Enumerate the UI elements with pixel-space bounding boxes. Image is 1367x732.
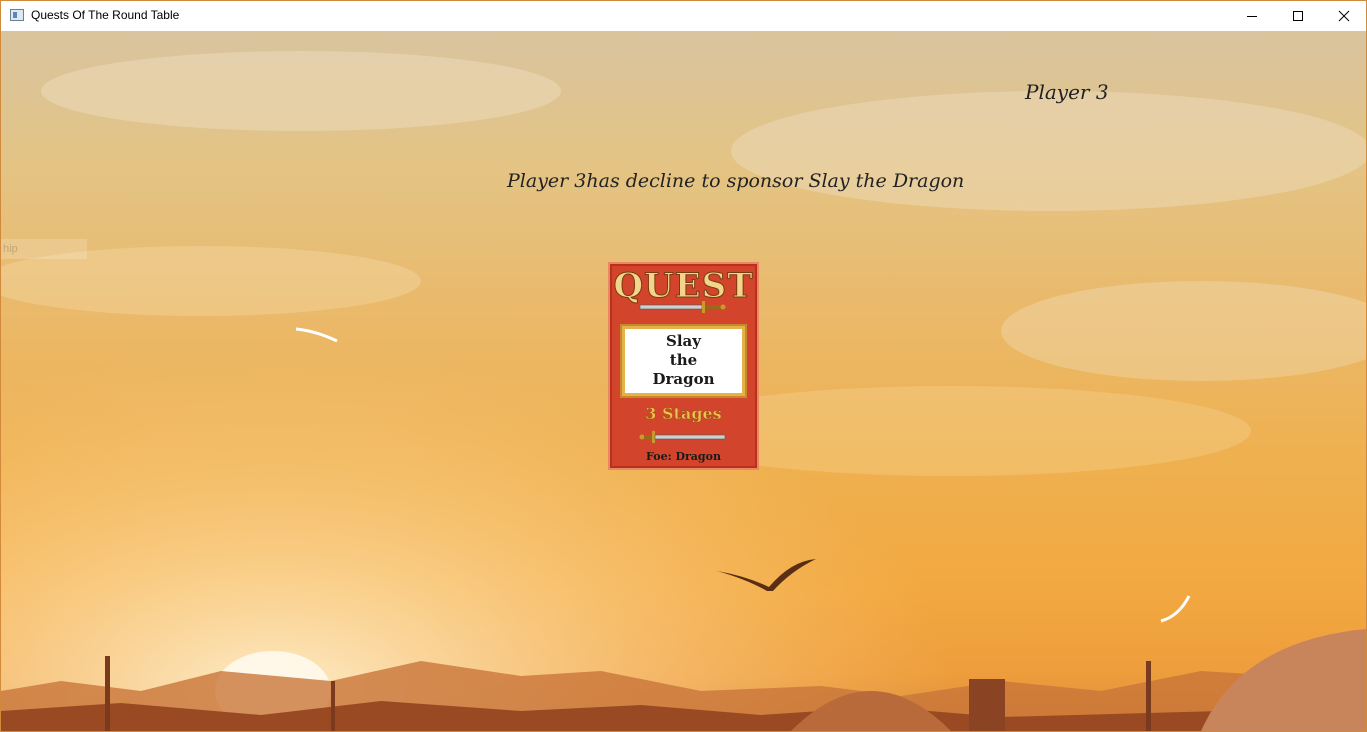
- close-button[interactable]: [1321, 1, 1366, 31]
- minimize-icon: [1247, 16, 1257, 17]
- quest-name-box: Slay the Dragon: [622, 326, 745, 396]
- sponsor-message: Player 3has decline to sponsor Slay the …: [507, 170, 965, 192]
- sword-icon: [639, 301, 726, 313]
- sword-icon: [639, 431, 726, 443]
- game-board: hip Player 3 Player 3has decline to spon…: [1, 31, 1366, 731]
- close-icon: [1338, 10, 1350, 22]
- current-player-label: Player 3: [1025, 80, 1109, 104]
- app-window: Quests Of The Round Table hip Player 3 P…: [0, 0, 1367, 732]
- maximize-icon: [1293, 11, 1303, 21]
- quest-card-name: Slay the Dragon: [652, 332, 715, 388]
- title-bar[interactable]: Quests Of The Round Table: [1, 1, 1366, 31]
- maximize-button[interactable]: [1275, 1, 1321, 31]
- minimize-button[interactable]: [1229, 1, 1275, 31]
- quest-card-stages: 3 Stages: [645, 404, 722, 423]
- faded-ui-remnant: hip: [1, 239, 87, 259]
- quest-card[interactable]: QUEST Slay the Dragon 3 Stages Foe: Drag…: [608, 262, 759, 470]
- quest-card-foe: Foe: Dragon: [646, 450, 721, 463]
- app-icon: [10, 9, 24, 21]
- window-title: Quests Of The Round Table: [31, 8, 180, 22]
